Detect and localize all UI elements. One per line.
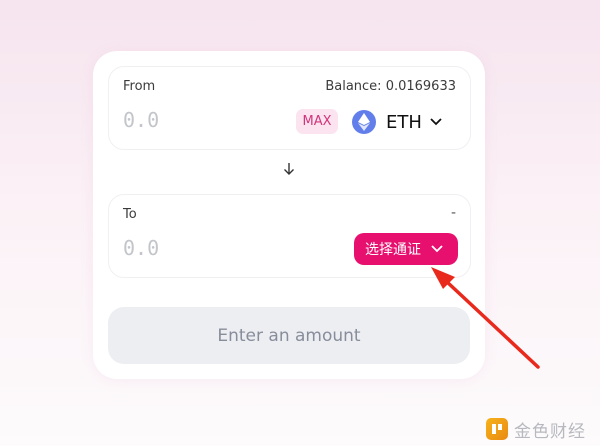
golden-finance-logo	[486, 418, 508, 440]
watermark: 金色财经	[486, 417, 586, 442]
watermark-text: 金色财经	[514, 421, 586, 442]
annotation-arrow	[431, 267, 540, 369]
